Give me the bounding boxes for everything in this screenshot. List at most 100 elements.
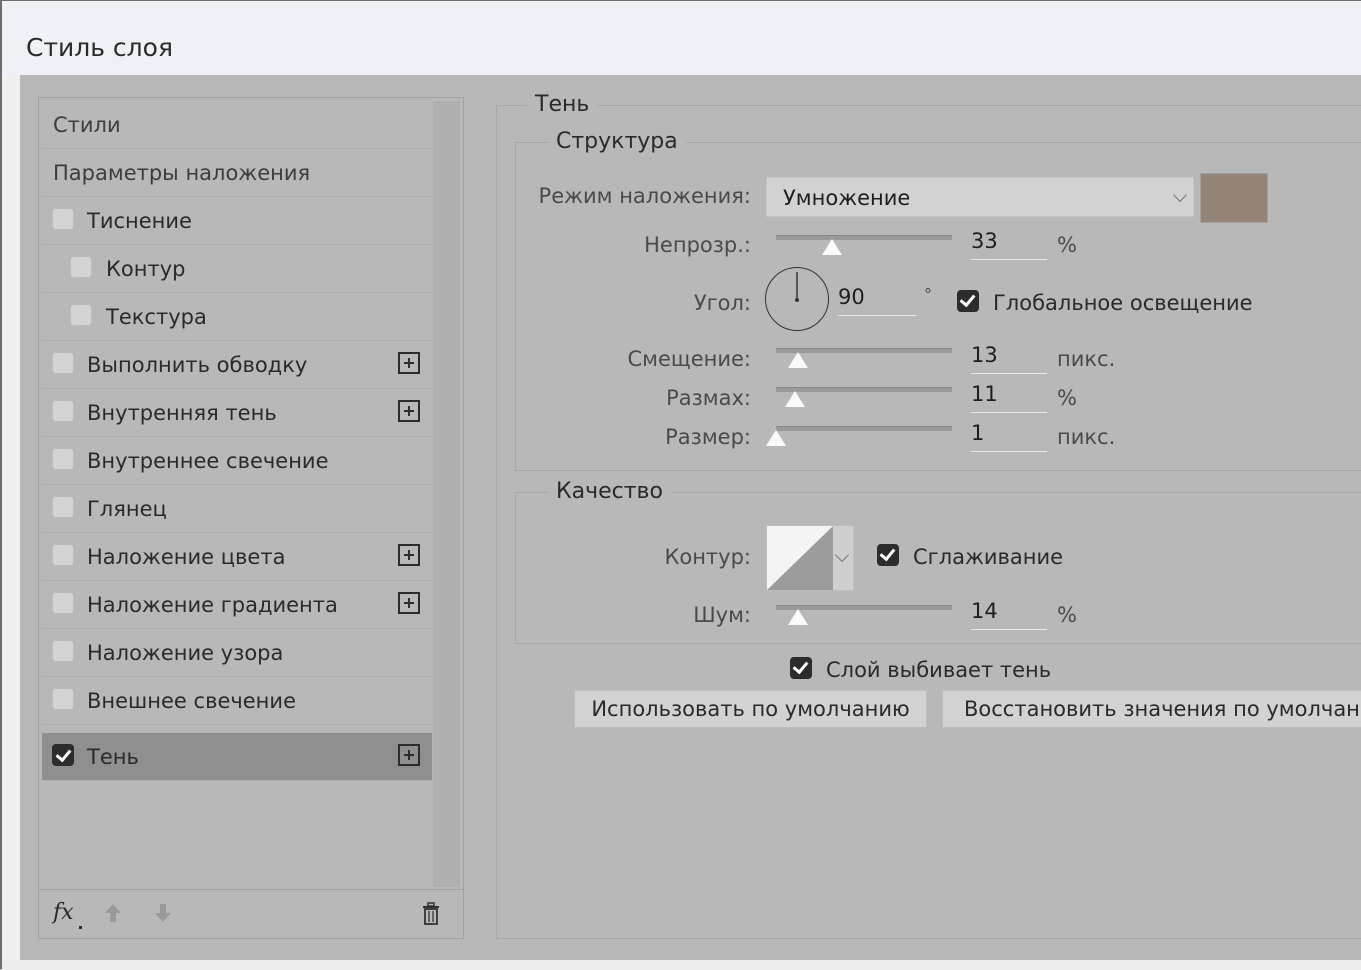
contour-picker[interactable] <box>766 525 854 591</box>
style-item-drop-shadow[interactable]: Тень <box>42 733 432 781</box>
noise-input[interactable]: 14 <box>971 599 1047 630</box>
list-item-label: Тиснение <box>87 209 192 233</box>
blend-mode-select[interactable]: Умножение <box>766 177 1194 217</box>
noise-unit: % <box>1057 603 1077 627</box>
list-item-label: Глянец <box>87 497 167 521</box>
outer-glow-checkbox[interactable] <box>52 688 74 710</box>
size-label: Размер: <box>665 425 751 449</box>
list-item-label: Тень <box>87 745 139 769</box>
list-item-label: Внутреннее свечение <box>87 449 329 473</box>
style-item-inner-glow[interactable]: Внутреннее свечение <box>42 437 432 485</box>
inner-glow-checkbox[interactable] <box>52 448 74 470</box>
antialias-checkbox[interactable] <box>877 544 899 566</box>
list-item-label: Наложение градиента <box>87 593 338 617</box>
distance-input[interactable]: 13 <box>971 343 1047 374</box>
style-item-stroke[interactable]: Выполнить обводку <box>42 341 432 389</box>
styles-header-item[interactable]: Стили <box>42 101 432 149</box>
antialias-label: Сглаживание <box>913 545 1064 569</box>
make-default-button[interactable]: Использовать по умолчанию <box>574 690 927 728</box>
style-item-texture[interactable]: Текстура <box>42 293 432 341</box>
blend-mode-value: Умножение <box>783 186 911 210</box>
contour-label: Контур: <box>664 545 751 569</box>
blend-mode-label: Режим наложения: <box>538 184 751 208</box>
style-item-inner-shadow[interactable]: Внутренняя тень <box>42 389 432 437</box>
texture-checkbox[interactable] <box>70 304 92 326</box>
style-item-gradient-overlay[interactable]: Наложение градиента <box>42 581 432 629</box>
dialog-title: Стиль слоя <box>26 33 173 62</box>
size-slider-thumb[interactable] <box>766 430 786 446</box>
arrow-down-icon[interactable] <box>153 902 173 924</box>
opacity-input[interactable]: 33 <box>971 229 1047 260</box>
styles-list-scrollbar[interactable] <box>433 101 460 887</box>
list-item-label: Наложение узора <box>87 641 284 665</box>
structure-group: Структура Режим наложения: Умножение Неп… <box>515 129 1361 471</box>
angle-unit: ° <box>924 285 932 304</box>
add-inner-shadow-plus-icon[interactable] <box>398 400 420 422</box>
contour-checkbox[interactable] <box>70 256 92 278</box>
styles-toolbar: fx <box>39 889 463 939</box>
list-item-label: Внешнее свечение <box>87 689 296 713</box>
title-bar[interactable]: Стиль слоя <box>2 1 1361 75</box>
styles-panel: Стили Параметры наложения Тиснение Конту… <box>38 97 464 939</box>
trash-icon[interactable] <box>421 902 441 926</box>
noise-label: Шум: <box>693 603 751 627</box>
reset-default-button[interactable]: Восстановить значения по умолчанию <box>942 690 1361 728</box>
drop-shadow-checkbox[interactable] <box>52 744 74 766</box>
dialog-body: Стили Параметры наложения Тиснение Конту… <box>20 75 1361 960</box>
list-item-label: Внутренняя тень <box>87 401 277 425</box>
inner-shadow-checkbox[interactable] <box>52 400 74 422</box>
pattern-overlay-checkbox[interactable] <box>52 640 74 662</box>
contour-preview-icon <box>767 526 833 590</box>
global-light-checkbox[interactable] <box>957 290 979 312</box>
style-item-satin[interactable]: Глянец <box>42 485 432 533</box>
blending-options-item[interactable]: Параметры наложения <box>42 149 432 197</box>
list-item-label: Выполнить обводку <box>87 353 308 377</box>
add-stroke-plus-icon[interactable] <box>398 352 420 374</box>
noise-slider-thumb[interactable] <box>788 609 808 625</box>
distance-slider-thumb[interactable] <box>788 352 808 368</box>
style-item-outer-glow[interactable]: Внешнее свечение <box>42 677 432 725</box>
quality-title: Качество <box>548 479 671 504</box>
style-item-bevel[interactable]: Тиснение <box>42 197 432 245</box>
add-gradient-overlay-plus-icon[interactable] <box>398 592 420 614</box>
size-unit: пикс. <box>1057 425 1116 449</box>
section-title: Тень <box>527 92 598 117</box>
opacity-slider[interactable] <box>776 235 952 240</box>
spread-label: Размах: <box>666 386 751 410</box>
angle-dial[interactable] <box>765 267 829 331</box>
opacity-unit: % <box>1057 233 1077 257</box>
spread-slider-thumb[interactable] <box>785 391 805 407</box>
distance-label: Смещение: <box>627 347 752 371</box>
color-overlay-checkbox[interactable] <box>52 544 74 566</box>
fx-icon[interactable]: fx <box>53 900 74 925</box>
gradient-overlay-checkbox[interactable] <box>52 592 74 614</box>
add-color-overlay-plus-icon[interactable] <box>398 544 420 566</box>
stroke-checkbox[interactable] <box>52 352 74 374</box>
angle-label: Угол: <box>693 291 751 315</box>
style-item-contour[interactable]: Контур <box>42 245 432 293</box>
chevron-down-icon <box>1172 187 1188 203</box>
layer-style-dialog: Стиль слоя Стили Параметры наложения Тис… <box>0 0 1361 970</box>
list-item-label: Контур <box>106 257 186 281</box>
knockout-checkbox[interactable] <box>790 657 812 679</box>
opacity-slider-thumb[interactable] <box>822 239 842 255</box>
bevel-checkbox[interactable] <box>52 208 74 230</box>
list-item-label: Текстура <box>106 305 207 329</box>
size-slider[interactable] <box>776 426 952 431</box>
add-drop-shadow-plus-icon[interactable] <box>398 744 420 766</box>
style-item-pattern-overlay[interactable]: Наложение узора <box>42 629 432 677</box>
arrow-up-icon[interactable] <box>103 902 123 924</box>
satin-checkbox[interactable] <box>52 496 74 518</box>
angle-center-dot <box>795 298 799 302</box>
global-light-label: Глобальное освещение <box>993 291 1253 315</box>
list-item-label: Наложение цвета <box>87 545 286 569</box>
style-item-color-overlay[interactable]: Наложение цвета <box>42 533 432 581</box>
angle-input[interactable]: 90 <box>838 285 916 316</box>
spread-input[interactable]: 11 <box>971 382 1047 413</box>
list-item-label: Параметры наложения <box>53 161 311 185</box>
size-input[interactable]: 1 <box>971 421 1047 452</box>
fx-dropdown-dot <box>79 926 82 929</box>
knockout-label: Слой выбивает тень <box>826 658 1052 682</box>
drop-shadow-panel: Тень Структура Режим наложения: Умножени… <box>496 92 1361 939</box>
shadow-color-swatch[interactable] <box>1200 173 1268 223</box>
